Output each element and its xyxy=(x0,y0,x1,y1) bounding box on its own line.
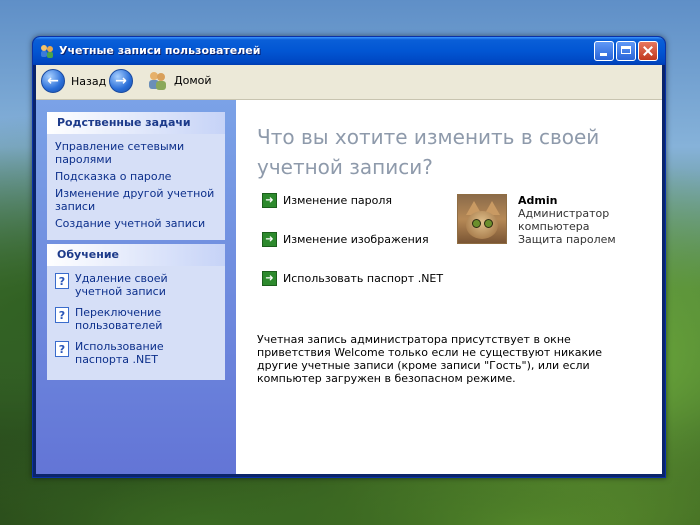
page-title: Что вы хотите изменить в своей учетной з… xyxy=(257,125,600,179)
account-role: Администратор компьютера xyxy=(518,207,610,233)
related-tasks-panel: Родственные задачи Управление сетевыми п… xyxy=(47,112,225,240)
user-accounts-window: Учетные записи пользователей ← Назад → Д… xyxy=(32,36,666,478)
learn-item-label: Переключение пользователей xyxy=(75,306,163,332)
back-button[interactable]: ← Назад xyxy=(41,69,106,93)
admin-welcome-note: Учетная запись администратора присутству… xyxy=(257,333,603,385)
forward-arrow-icon: → xyxy=(109,69,133,93)
learn-panel: Обучение ? Удаление своей учетной записи… xyxy=(47,244,225,380)
account-status: Защита паролем xyxy=(518,233,616,246)
navigation-toolbar: ← Назад → Домой xyxy=(36,65,662,100)
window-client-area: Родственные задачи Управление сетевыми п… xyxy=(36,100,662,474)
home-label: Домой xyxy=(174,73,212,87)
related-tasks-title[interactable]: Родственные задачи xyxy=(47,112,225,134)
account-info: Admin Администратор компьютера Защита па… xyxy=(518,194,616,246)
user-accounts-icon xyxy=(41,45,53,58)
action-label: Изменение пароля xyxy=(283,194,393,207)
green-arrow-icon: ➜ xyxy=(262,232,277,247)
cat-eye-left xyxy=(472,219,481,228)
forward-button[interactable]: → xyxy=(109,69,133,93)
help-icon: ? xyxy=(55,273,69,289)
title-bar[interactable]: Учетные записи пользователей xyxy=(33,37,665,65)
window-title: Учетные записи пользователей xyxy=(59,44,261,57)
account-name: Admin xyxy=(518,194,558,207)
action-change-picture[interactable]: ➜ Изменение изображения xyxy=(262,232,429,247)
back-label: Назад xyxy=(71,74,107,88)
action-change-password[interactable]: ➜ Изменение пароля xyxy=(262,193,392,208)
back-arrow-icon: ← xyxy=(41,69,65,93)
action-label: Использовать паспорт .NET xyxy=(283,272,444,285)
learn-item-switch-users[interactable]: ? Переключение пользователей xyxy=(55,306,217,336)
green-arrow-icon: ➜ xyxy=(262,271,277,286)
task-create-account[interactable]: Создание учетной записи xyxy=(55,217,217,230)
task-manage-network-passwords[interactable]: Управление сетевыми паролями xyxy=(55,140,217,166)
action-net-passport[interactable]: ➜ Использовать паспорт .NET xyxy=(262,271,443,286)
home-button[interactable]: Домой xyxy=(146,69,212,91)
learn-list: ? Удаление своей учетной записи ? Перекл… xyxy=(47,266,225,380)
learn-title[interactable]: Обучение xyxy=(47,244,225,266)
help-icon: ? xyxy=(55,341,69,357)
close-button[interactable] xyxy=(638,41,658,61)
learn-item-delete-account[interactable]: ? Удаление своей учетной записи xyxy=(55,272,217,302)
task-pane: Родственные задачи Управление сетевыми п… xyxy=(36,100,236,474)
related-tasks-list: Управление сетевыми паролями Подсказка о… xyxy=(47,134,225,240)
learn-item-net-passport[interactable]: ? Использование паспорта .NET xyxy=(55,340,217,370)
task-password-hint[interactable]: Подсказка о пароле xyxy=(55,170,217,183)
cat-eye-right xyxy=(484,219,493,228)
home-users-icon xyxy=(149,72,166,90)
maximize-button[interactable] xyxy=(616,41,636,61)
help-icon: ? xyxy=(55,307,69,323)
task-change-other-account[interactable]: Изменение другой учетной записи xyxy=(55,187,217,213)
avatar xyxy=(457,194,507,244)
cat-face xyxy=(466,211,498,239)
green-arrow-icon: ➜ xyxy=(262,193,277,208)
minimize-button[interactable] xyxy=(594,41,614,61)
account-card: Admin Администратор компьютера Защита па… xyxy=(457,194,616,246)
action-label: Изменение изображения xyxy=(283,233,429,246)
main-content: Что вы хотите изменить в своей учетной з… xyxy=(236,100,662,474)
learn-item-label: Удаление своей учетной записи xyxy=(75,272,168,298)
learn-item-label: Использование паспорта .NET xyxy=(75,340,164,366)
